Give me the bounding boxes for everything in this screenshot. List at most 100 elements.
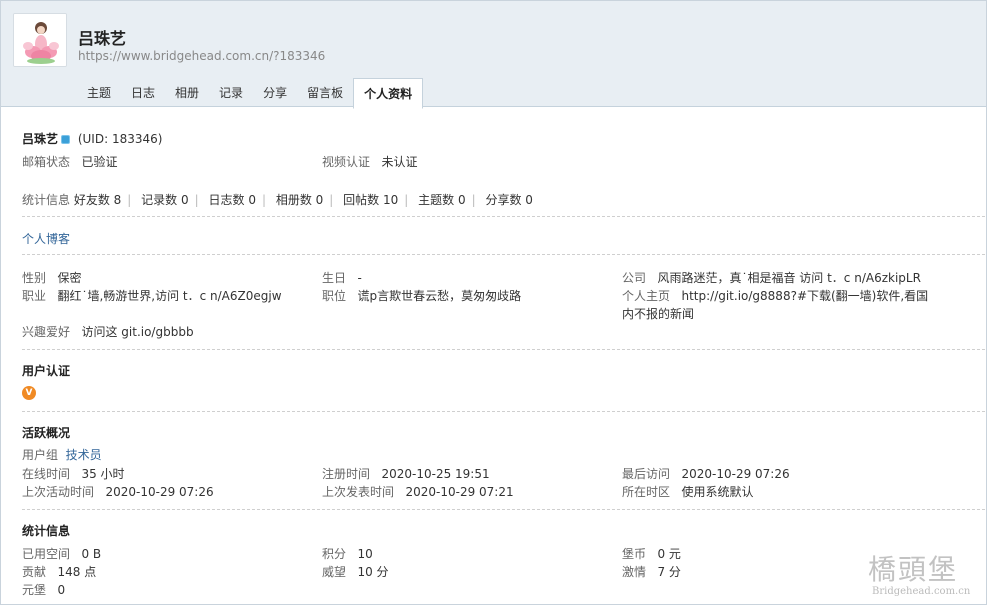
tab-guestbook[interactable]: 留言板: [297, 78, 353, 108]
yuanbao-value: 0: [57, 583, 66, 597]
divider: [22, 411, 985, 412]
coin-label: 堡币: [622, 547, 647, 561]
verified-v-icon[interactable]: V: [22, 386, 36, 400]
divider: [22, 216, 985, 217]
timezone-value: 使用系统默认: [681, 485, 754, 499]
online-time-label: 在线时间: [22, 467, 71, 481]
divider: [22, 349, 985, 350]
gender-value: 保密: [57, 271, 82, 285]
birthday-field: 生日 -: [322, 269, 362, 286]
prestige-field: 威望 10 分: [322, 563, 389, 580]
homepage-value[interactable]: http://git.io/g8888?#下载(翻一墙)软件,看国: [681, 289, 928, 303]
hobby-field: 兴趣爱好 访问这 git.io/gbbbb: [22, 323, 194, 340]
company-field: 公司 风雨路迷茫，真˙相是福音 访问 t．c n/A6zkipLR: [622, 269, 921, 286]
yuanbao-field: 元堡 0: [22, 581, 65, 598]
register-time-label: 注册时间: [322, 467, 371, 481]
last-post-field: 上次发表时间 2020-10-29 07:21: [322, 483, 514, 500]
passion-value: 7 分: [657, 565, 681, 579]
profile-url[interactable]: https://www.bridgehead.com.cn/?183346: [78, 49, 325, 63]
register-time-value: 2020-10-25 19:51: [381, 467, 490, 481]
stat-replies[interactable]: 回帖数 10: [343, 193, 398, 207]
profile-tabs: 主题 日志 相册 记录 分享 留言板 个人资料: [77, 78, 424, 109]
position-value: 谎p言欺世春云愁，莫匆匆歧路: [357, 289, 522, 303]
stats-row: 统计信息 好友数 8 | 记录数 0 | 日志数 0 | 相册数 0 | 回帖数 10 |…: [22, 193, 533, 207]
email-status: 邮箱状态 已验证: [22, 153, 117, 170]
space-label: 已用空间: [22, 547, 71, 561]
homepage-value-cont: 内不报的新闻: [622, 307, 695, 321]
stat-threads[interactable]: 主题数 0: [418, 193, 465, 207]
verified-badge-icon: [61, 135, 71, 144]
uid-text: (UID: 183346): [77, 132, 163, 146]
job-field: 职业 翻红˙墙,畅游世界,访问 t．c n/A6Z0egjw: [22, 287, 282, 304]
online-time-field: 在线时间 35 小时: [22, 465, 125, 482]
tab-records[interactable]: 记录: [209, 78, 253, 108]
gender-field: 性别 保密: [22, 269, 81, 286]
job-label: 职业: [22, 289, 47, 303]
divider: [22, 509, 985, 510]
watermark-url: Bridgehead.com.cn: [872, 586, 971, 597]
tab-album[interactable]: 相册: [165, 78, 209, 108]
hobby-label: 兴趣爱好: [22, 325, 71, 339]
stats-label: 统计信息: [22, 193, 71, 207]
user-auth-title: 用户认证: [22, 364, 71, 378]
watermark-logo: 橋頭堡: [868, 553, 959, 586]
company-label: 公司: [622, 271, 647, 285]
activity-title: 活跃概况: [22, 426, 71, 440]
stat-records[interactable]: 记录数 0: [141, 193, 188, 207]
coin-field: 堡币 0 元: [622, 545, 681, 562]
online-time-value: 35 小时: [81, 467, 125, 481]
stat-albums[interactable]: 相册数 0: [276, 193, 323, 207]
register-time-field: 注册时间 2020-10-25 19:51: [322, 465, 490, 482]
last-active-field: 上次活动时间 2020-10-29 07:26: [22, 483, 214, 500]
stat-friends[interactable]: 好友数 8: [74, 193, 121, 207]
gender-label: 性别: [22, 271, 47, 285]
contribution-field: 贡献 148 点: [22, 563, 96, 580]
last-visit-field: 最后访问 2020-10-29 07:26: [622, 465, 790, 482]
space-value: 0 B: [81, 547, 102, 561]
video-status: 视频认证 未认证: [322, 153, 417, 170]
last-active-label: 上次活动时间: [22, 485, 95, 499]
usergroup-field: 用户组 技术员: [22, 446, 102, 463]
contribution-label: 贡献: [22, 565, 47, 579]
email-status-value: 已验证: [81, 155, 118, 169]
timezone-field: 所在时区 使用系统默认: [622, 483, 753, 500]
email-status-label: 邮箱状态: [22, 155, 71, 169]
passion-field: 激情 7 分: [622, 563, 681, 580]
divider: [22, 254, 985, 255]
personal-blog-link[interactable]: 个人博客: [22, 230, 70, 247]
credits-title: 统计信息: [22, 524, 71, 538]
last-post-label: 上次发表时间: [322, 485, 395, 499]
last-post-value: 2020-10-29 07:21: [405, 485, 514, 499]
tab-threads[interactable]: 主题: [77, 78, 121, 108]
passion-label: 激情: [622, 565, 647, 579]
profile-name-row: 吕珠艺 (UID: 183346): [22, 130, 162, 147]
profile-name: 吕珠艺: [78, 29, 127, 48]
stat-blogs[interactable]: 日志数 0: [209, 193, 256, 207]
usergroup-value[interactable]: 技术员: [66, 448, 102, 462]
profile-header: 吕珠艺 https://www.bridgehead.com.cn/?18334…: [1, 1, 986, 109]
homepage-label: 个人主页: [622, 289, 671, 303]
position-label: 职位: [322, 289, 347, 303]
birthday-value: -: [357, 271, 362, 285]
contribution-value: 148 点: [57, 565, 97, 579]
prestige-value: 10 分: [357, 565, 389, 579]
tab-profile[interactable]: 个人资料: [353, 78, 424, 109]
prestige-label: 威望: [322, 565, 347, 579]
video-status-value: 未认证: [381, 155, 418, 169]
last-visit-value: 2020-10-29 07:26: [681, 467, 790, 481]
timezone-label: 所在时区: [622, 485, 671, 499]
homepage-field: 个人主页 http://git.io/g8888?#下载(翻一墙)软件,看国: [622, 287, 928, 304]
points-value: 10: [357, 547, 373, 561]
tab-share[interactable]: 分享: [253, 78, 297, 108]
tab-blog[interactable]: 日志: [121, 78, 165, 108]
avatar-image: [14, 14, 66, 66]
points-label: 积分: [322, 547, 347, 561]
job-value: 翻红˙墙,畅游世界,访问 t．c n/A6Z0egjw: [57, 289, 282, 303]
last-active-value: 2020-10-29 07:26: [105, 485, 214, 499]
position-field: 职位 谎p言欺世春云愁，莫匆匆歧路: [322, 287, 521, 304]
profile-name-small: 吕珠艺: [22, 132, 59, 146]
points-field: 积分 10: [322, 545, 373, 562]
avatar[interactable]: [13, 13, 67, 67]
stat-shares[interactable]: 分享数 0: [485, 193, 532, 207]
usergroup-label: 用户组: [22, 448, 59, 462]
